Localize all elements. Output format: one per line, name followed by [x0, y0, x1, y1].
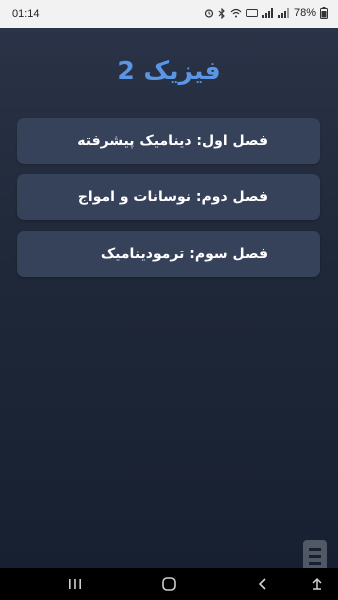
signal-icon: [261, 8, 273, 18]
battery-percent: 78%: [293, 7, 316, 19]
navigation-bar: [0, 568, 338, 600]
recent-apps-button[interactable]: [64, 574, 86, 594]
signal-icon-2: [277, 8, 289, 18]
page-title: فیزیک 2: [117, 56, 221, 85]
home-button[interactable]: [158, 574, 180, 594]
back-icon: [258, 578, 266, 590]
alarm-icon: [204, 9, 214, 18]
chapter-button-1[interactable]: فصل اول: دینامیک پیشرفته: [17, 118, 320, 164]
volte-icon: [246, 9, 258, 17]
recent-apps-icon: [69, 579, 81, 589]
status-time: 01:14: [12, 8, 40, 20]
back-button[interactable]: [252, 574, 274, 594]
chapter-button-2[interactable]: فصل دوم: نوسانات و امواج: [17, 174, 320, 220]
wifi-icon: [230, 8, 242, 18]
bluetooth-icon: [218, 7, 225, 19]
chapter-button-3[interactable]: فصل سوم: ترمودینامیک: [17, 231, 320, 277]
keyboard-hide-icon: [312, 577, 322, 590]
app-content: فیزیک 2 فصل اول: دینامیک پیشرفته فصل دوم…: [0, 28, 338, 572]
phone-screen: 01:14 78% فیزیک 2 فصل اول: دینامیک پیشرف…: [0, 0, 338, 600]
home-icon: [162, 577, 176, 591]
keyboard-hide-button[interactable]: [306, 574, 328, 594]
battery-icon: [320, 7, 328, 19]
status-icons: 78%: [204, 7, 328, 19]
status-bar: 01:14 78%: [0, 0, 338, 28]
